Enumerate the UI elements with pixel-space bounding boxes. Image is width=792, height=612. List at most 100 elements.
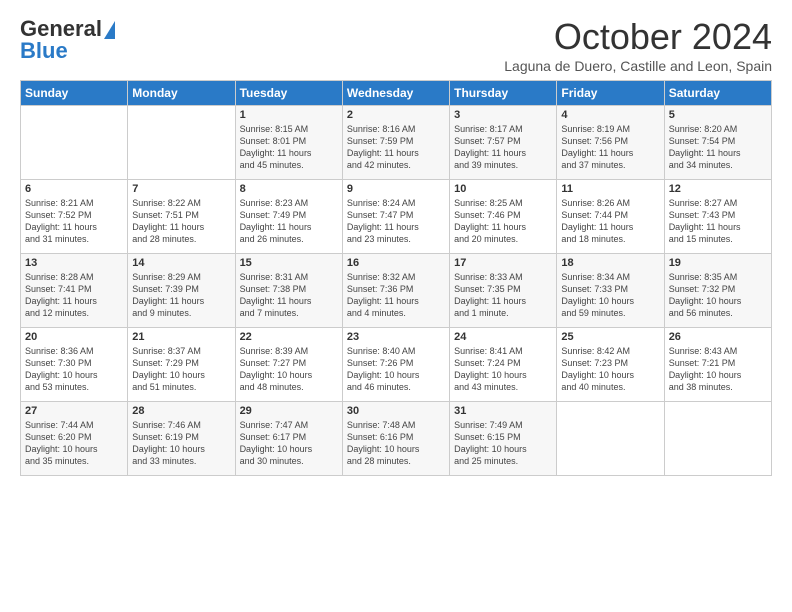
day-info: Sunrise: 8:43 AM Sunset: 7:21 PM Dayligh… [669, 345, 767, 394]
day-info: Sunrise: 8:15 AM Sunset: 8:01 PM Dayligh… [240, 123, 338, 172]
day-info: Sunrise: 8:20 AM Sunset: 7:54 PM Dayligh… [669, 123, 767, 172]
day-info: Sunrise: 8:32 AM Sunset: 7:36 PM Dayligh… [347, 271, 445, 320]
day-info: Sunrise: 8:28 AM Sunset: 7:41 PM Dayligh… [25, 271, 123, 320]
header: General Blue October 2024 Laguna de Duer… [20, 16, 772, 74]
table-row: 24 Sunrise: 8:41 AM Sunset: 7:24 PM Dayli… [450, 328, 557, 402]
day-number: 29 [240, 405, 338, 417]
day-number: 5 [669, 109, 767, 121]
day-number: 24 [454, 331, 552, 343]
table-row: 15 Sunrise: 8:31 AM Sunset: 7:38 PM Dayli… [235, 254, 342, 328]
header-friday: Friday [557, 81, 664, 106]
day-number: 9 [347, 183, 445, 195]
week-row-5: 27 Sunrise: 7:44 AM Sunset: 6:20 PM Dayli… [21, 402, 772, 476]
day-info: Sunrise: 8:34 AM Sunset: 7:33 PM Dayligh… [561, 271, 659, 320]
day-info: Sunrise: 8:41 AM Sunset: 7:24 PM Dayligh… [454, 345, 552, 394]
table-row: 26 Sunrise: 8:43 AM Sunset: 7:21 PM Dayli… [664, 328, 771, 402]
table-row [557, 402, 664, 476]
day-number: 17 [454, 257, 552, 269]
month-title: October 2024 [504, 16, 772, 58]
table-row: 25 Sunrise: 8:42 AM Sunset: 7:23 PM Dayli… [557, 328, 664, 402]
table-row: 13 Sunrise: 8:28 AM Sunset: 7:41 PM Dayli… [21, 254, 128, 328]
day-number: 16 [347, 257, 445, 269]
day-info: Sunrise: 8:37 AM Sunset: 7:29 PM Dayligh… [132, 345, 230, 394]
day-number: 12 [669, 183, 767, 195]
day-info: Sunrise: 8:42 AM Sunset: 7:23 PM Dayligh… [561, 345, 659, 394]
day-number: 15 [240, 257, 338, 269]
day-number: 11 [561, 183, 659, 195]
header-sunday: Sunday [21, 81, 128, 106]
day-number: 25 [561, 331, 659, 343]
table-row: 19 Sunrise: 8:35 AM Sunset: 7:32 PM Dayli… [664, 254, 771, 328]
day-number: 2 [347, 109, 445, 121]
table-row: 21 Sunrise: 8:37 AM Sunset: 7:29 PM Dayli… [128, 328, 235, 402]
day-number: 26 [669, 331, 767, 343]
header-saturday: Saturday [664, 81, 771, 106]
table-row [128, 106, 235, 180]
day-info: Sunrise: 8:23 AM Sunset: 7:49 PM Dayligh… [240, 197, 338, 246]
page: General Blue October 2024 Laguna de Duer… [0, 0, 792, 486]
week-row-4: 20Sunrise: 8:36 AM Sunset: 7:30 PM Dayli… [21, 328, 772, 402]
day-number: 19 [669, 257, 767, 269]
day-info: Sunrise: 8:27 AM Sunset: 7:43 PM Dayligh… [669, 197, 767, 246]
table-row: 12 Sunrise: 8:27 AM Sunset: 7:43 PM Dayli… [664, 180, 771, 254]
day-info: Sunrise: 8:35 AM Sunset: 7:32 PM Dayligh… [669, 271, 767, 320]
day-number: 28 [132, 405, 230, 417]
day-number: 23 [347, 331, 445, 343]
day-number: 10 [454, 183, 552, 195]
day-number: 3 [454, 109, 552, 121]
day-number: 31 [454, 405, 552, 417]
day-number: 20 [25, 331, 123, 343]
day-info: Sunrise: 8:25 AM Sunset: 7:46 PM Dayligh… [454, 197, 552, 246]
table-row: 16 Sunrise: 8:32 AM Sunset: 7:36 PM Dayli… [342, 254, 449, 328]
table-row [21, 106, 128, 180]
table-row: 3Sunrise: 8:17 AM Sunset: 7:57 PM Daylig… [450, 106, 557, 180]
table-row: 6Sunrise: 8:21 AM Sunset: 7:52 PM Daylig… [21, 180, 128, 254]
day-number: 6 [25, 183, 123, 195]
day-info: Sunrise: 7:44 AM Sunset: 6:20 PM Dayligh… [25, 419, 123, 468]
logo-blue: Blue [20, 38, 68, 64]
day-number: 21 [132, 331, 230, 343]
day-info: Sunrise: 8:16 AM Sunset: 7:59 PM Dayligh… [347, 123, 445, 172]
day-number: 27 [25, 405, 123, 417]
table-row: 30Sunrise: 7:48 AM Sunset: 6:16 PM Dayli… [342, 402, 449, 476]
day-number: 1 [240, 109, 338, 121]
table-row: 11Sunrise: 8:26 AM Sunset: 7:44 PM Dayli… [557, 180, 664, 254]
table-row: 7Sunrise: 8:22 AM Sunset: 7:51 PM Daylig… [128, 180, 235, 254]
table-row: 9 Sunrise: 8:24 AM Sunset: 7:47 PM Daylig… [342, 180, 449, 254]
day-number: 22 [240, 331, 338, 343]
day-info: Sunrise: 8:22 AM Sunset: 7:51 PM Dayligh… [132, 197, 230, 246]
table-row: 28 Sunrise: 7:46 AM Sunset: 6:19 PM Dayli… [128, 402, 235, 476]
table-row: 1 Sunrise: 8:15 AM Sunset: 8:01 PM Daylig… [235, 106, 342, 180]
table-row: 20Sunrise: 8:36 AM Sunset: 7:30 PM Dayli… [21, 328, 128, 402]
table-row: 22 Sunrise: 8:39 AM Sunset: 7:27 PM Dayli… [235, 328, 342, 402]
table-row: 2 Sunrise: 8:16 AM Sunset: 7:59 PM Daylig… [342, 106, 449, 180]
day-info: Sunrise: 8:19 AM Sunset: 7:56 PM Dayligh… [561, 123, 659, 172]
day-info: Sunrise: 7:48 AM Sunset: 6:16 PM Dayligh… [347, 419, 445, 468]
table-row: 10 Sunrise: 8:25 AM Sunset: 7:46 PM Dayli… [450, 180, 557, 254]
calendar-table: Sunday Monday Tuesday Wednesday Thursday… [20, 80, 772, 476]
day-info: Sunrise: 7:46 AM Sunset: 6:19 PM Dayligh… [132, 419, 230, 468]
week-row-1: 1 Sunrise: 8:15 AM Sunset: 8:01 PM Daylig… [21, 106, 772, 180]
day-info: Sunrise: 8:40 AM Sunset: 7:26 PM Dayligh… [347, 345, 445, 394]
table-row [664, 402, 771, 476]
header-tuesday: Tuesday [235, 81, 342, 106]
weekday-header-row: Sunday Monday Tuesday Wednesday Thursday… [21, 81, 772, 106]
day-number: 13 [25, 257, 123, 269]
day-number: 14 [132, 257, 230, 269]
table-row: 29 Sunrise: 7:47 AM Sunset: 6:17 PM Dayli… [235, 402, 342, 476]
day-info: Sunrise: 8:39 AM Sunset: 7:27 PM Dayligh… [240, 345, 338, 394]
week-row-2: 6Sunrise: 8:21 AM Sunset: 7:52 PM Daylig… [21, 180, 772, 254]
table-row: 23 Sunrise: 8:40 AM Sunset: 7:26 PM Dayli… [342, 328, 449, 402]
day-info: Sunrise: 7:47 AM Sunset: 6:17 PM Dayligh… [240, 419, 338, 468]
header-wednesday: Wednesday [342, 81, 449, 106]
day-info: Sunrise: 8:24 AM Sunset: 7:47 PM Dayligh… [347, 197, 445, 246]
table-row: 5 Sunrise: 8:20 AM Sunset: 7:54 PM Daylig… [664, 106, 771, 180]
table-row: 27 Sunrise: 7:44 AM Sunset: 6:20 PM Dayli… [21, 402, 128, 476]
logo-triangle-icon [104, 21, 115, 39]
header-monday: Monday [128, 81, 235, 106]
logo: General Blue [20, 16, 115, 64]
day-info: Sunrise: 8:31 AM Sunset: 7:38 PM Dayligh… [240, 271, 338, 320]
day-number: 4 [561, 109, 659, 121]
table-row: 31Sunrise: 7:49 AM Sunset: 6:15 PM Dayli… [450, 402, 557, 476]
day-number: 8 [240, 183, 338, 195]
